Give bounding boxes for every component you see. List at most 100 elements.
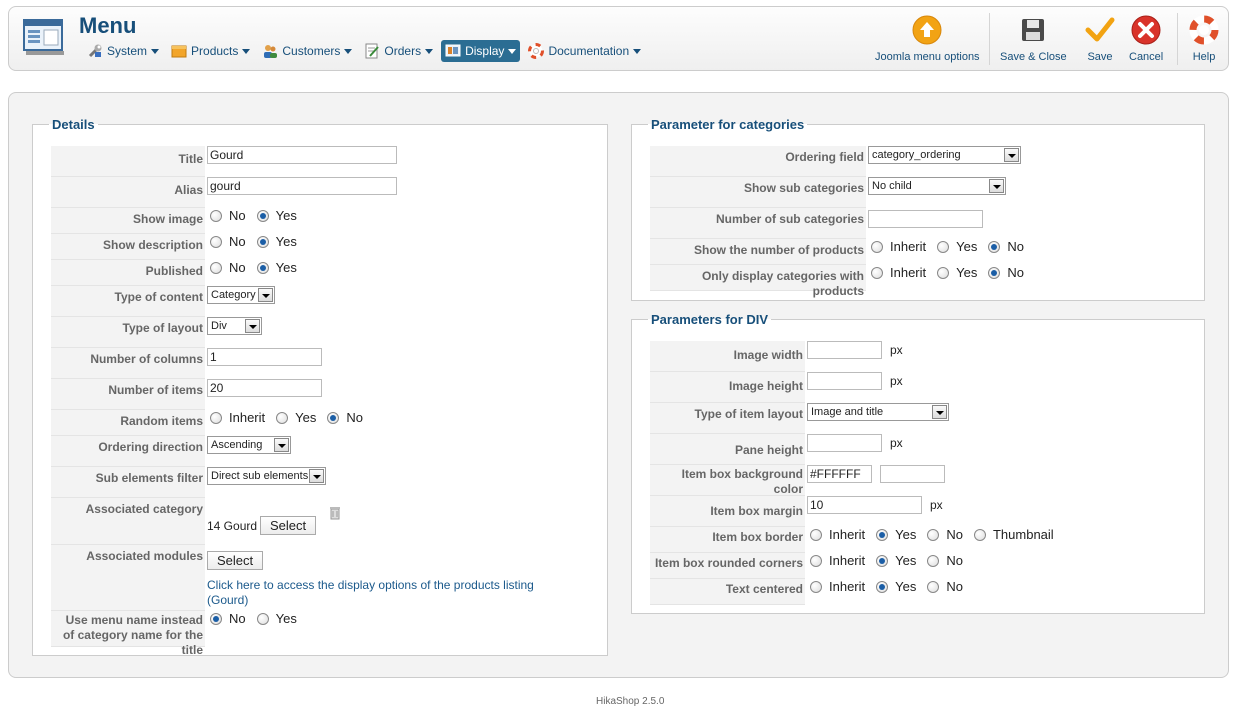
item-layout-select[interactable]: Image and title <box>807 403 949 421</box>
assoc-modules-label: Associated modules <box>51 545 205 611</box>
type-content-select[interactable]: Category <box>207 286 275 304</box>
text-centered-no-radio[interactable] <box>927 580 940 593</box>
color-preview-swatch[interactable] <box>880 465 945 483</box>
radio-label-yes: Yes <box>275 260 297 275</box>
random-items-yes-radio[interactable] <box>276 411 289 424</box>
save-close-button[interactable]: Save & Close <box>1000 15 1067 63</box>
border-thumbnail-radio[interactable] <box>973 528 986 541</box>
menu-customers[interactable]: Customers <box>258 40 356 62</box>
show-num-products-yes-radio[interactable] <box>937 240 950 253</box>
chevron-down-icon <box>633 48 642 54</box>
published-yes-radio[interactable] <box>256 261 269 274</box>
use-menu-name-yes-radio[interactable] <box>256 612 269 625</box>
margin-input[interactable] <box>807 496 922 514</box>
show-image-row: Show image No Yes <box>51 208 305 234</box>
display-icon <box>445 43 461 59</box>
menu-display[interactable]: Display <box>441 40 521 62</box>
menu-manager-icon <box>23 19 65 57</box>
document-icon <box>364 43 380 59</box>
menu-system[interactable]: System <box>83 40 163 62</box>
rounded-inherit-radio[interactable] <box>810 554 822 567</box>
random-items-no-radio[interactable] <box>327 411 340 424</box>
px-unit: px <box>930 498 943 512</box>
only-display-row: Only display categories with products In… <box>650 265 1032 298</box>
alias-input[interactable] <box>207 177 397 195</box>
show-num-products-inherit-radio[interactable] <box>871 240 883 253</box>
border-yes-radio[interactable] <box>876 528 889 541</box>
radio-label-thumbnail: Thumbnail <box>992 527 1054 542</box>
rounded-no-radio[interactable] <box>927 554 940 567</box>
px-unit: px <box>890 374 903 388</box>
only-display-no-radio[interactable] <box>988 266 1001 279</box>
show-sub-cell: No child <box>866 177 1006 208</box>
menu-orders[interactable]: Orders <box>360 40 437 62</box>
show-sub-select[interactable]: No child <box>868 177 1006 195</box>
ordering-field-label: Ordering field <box>650 146 866 177</box>
div-params-fieldset: Parameters for DIV Image width px Image … <box>631 312 1205 614</box>
bg-color-label: Item box background color <box>650 465 805 496</box>
random-items-inherit-radio[interactable] <box>210 411 222 424</box>
num-items-input[interactable] <box>207 379 322 397</box>
random-items-row: Random items Inherit Yes No <box>51 410 371 436</box>
only-display-inherit-radio[interactable] <box>871 266 883 279</box>
text-centered-yes-radio[interactable] <box>876 580 889 593</box>
ordering-direction-row: Ordering direction Ascending <box>51 436 291 467</box>
num-items-label: Number of items <box>51 379 205 410</box>
show-image-yes-radio[interactable] <box>256 209 269 222</box>
type-content-value: Category <box>211 289 256 301</box>
radio-label-yes: Yes <box>275 611 297 626</box>
num-sub-input[interactable] <box>868 210 983 228</box>
border-no-radio[interactable] <box>927 528 940 541</box>
ordering-direction-select[interactable]: Ascending <box>207 436 291 454</box>
radio-label-no: No <box>1007 239 1024 254</box>
help-button[interactable]: Help <box>1189 15 1219 63</box>
image-height-input[interactable] <box>807 372 882 390</box>
radio-label-inherit: Inherit <box>890 239 927 254</box>
menu-documentation[interactable]: Documentation <box>524 40 645 62</box>
display-options-link[interactable]: Click here to access the display options… <box>207 578 557 608</box>
bg-color-row: Item box background color <box>650 465 945 496</box>
sub-filter-value: Direct sub elements <box>211 470 309 482</box>
title-input[interactable] <box>207 146 397 164</box>
use-menu-name-label: Use menu name instead of category name f… <box>51 611 205 657</box>
image-width-input[interactable] <box>807 341 882 359</box>
details-fieldset: Details Title Alias Show image No Yes Sh… <box>32 117 608 657</box>
num-items-cell <box>205 379 322 410</box>
select-modules-button[interactable]: Select <box>207 551 264 570</box>
only-display-yes-radio[interactable] <box>937 266 950 279</box>
pane-height-label: Pane height <box>650 434 805 465</box>
published-no-radio[interactable] <box>210 261 222 274</box>
text-centered-inherit-radio[interactable] <box>810 580 822 593</box>
bg-color-input[interactable] <box>807 465 872 483</box>
rounded-yes-radio[interactable] <box>876 554 889 567</box>
type-layout-select[interactable]: Div <box>207 317 262 335</box>
cancel-button[interactable]: Cancel <box>1129 15 1163 63</box>
image-width-cell: px <box>805 341 903 372</box>
sub-filter-row: Sub elements filter Direct sub elements <box>51 467 326 498</box>
pane-height-input[interactable] <box>807 434 882 452</box>
joomla-menu-options-button[interactable]: Joomla menu options <box>875 15 980 63</box>
chevron-down-icon <box>344 48 353 54</box>
radio-label-inherit: Inherit <box>829 579 866 594</box>
border-inherit-radio[interactable] <box>810 528 822 541</box>
num-columns-input[interactable] <box>207 348 322 366</box>
px-unit: px <box>890 436 903 450</box>
trash-icon[interactable] <box>329 506 341 523</box>
sub-filter-select[interactable]: Direct sub elements <box>207 467 326 485</box>
menu-products-label: Products <box>191 44 239 58</box>
num-sub-row: Number of sub categories <box>650 208 983 239</box>
ordering-field-select[interactable]: category_ordering <box>868 146 1021 164</box>
menu-products[interactable]: Products <box>167 40 254 62</box>
use-menu-name-no-radio[interactable] <box>210 612 222 625</box>
show-num-products-label: Show the number of products <box>650 239 866 265</box>
show-image-no-radio[interactable] <box>210 209 222 222</box>
show-description-yes-radio[interactable] <box>256 235 269 248</box>
show-num-products-no-radio[interactable] <box>988 240 1001 253</box>
alias-label: Alias <box>51 177 205 208</box>
margin-cell: px <box>805 496 943 527</box>
save-button[interactable]: Save <box>1085 15 1115 63</box>
px-unit: px <box>890 343 903 357</box>
margin-row: Item box margin px <box>650 496 943 527</box>
show-description-no-radio[interactable] <box>210 235 222 248</box>
select-category-button[interactable]: Select <box>260 516 317 535</box>
